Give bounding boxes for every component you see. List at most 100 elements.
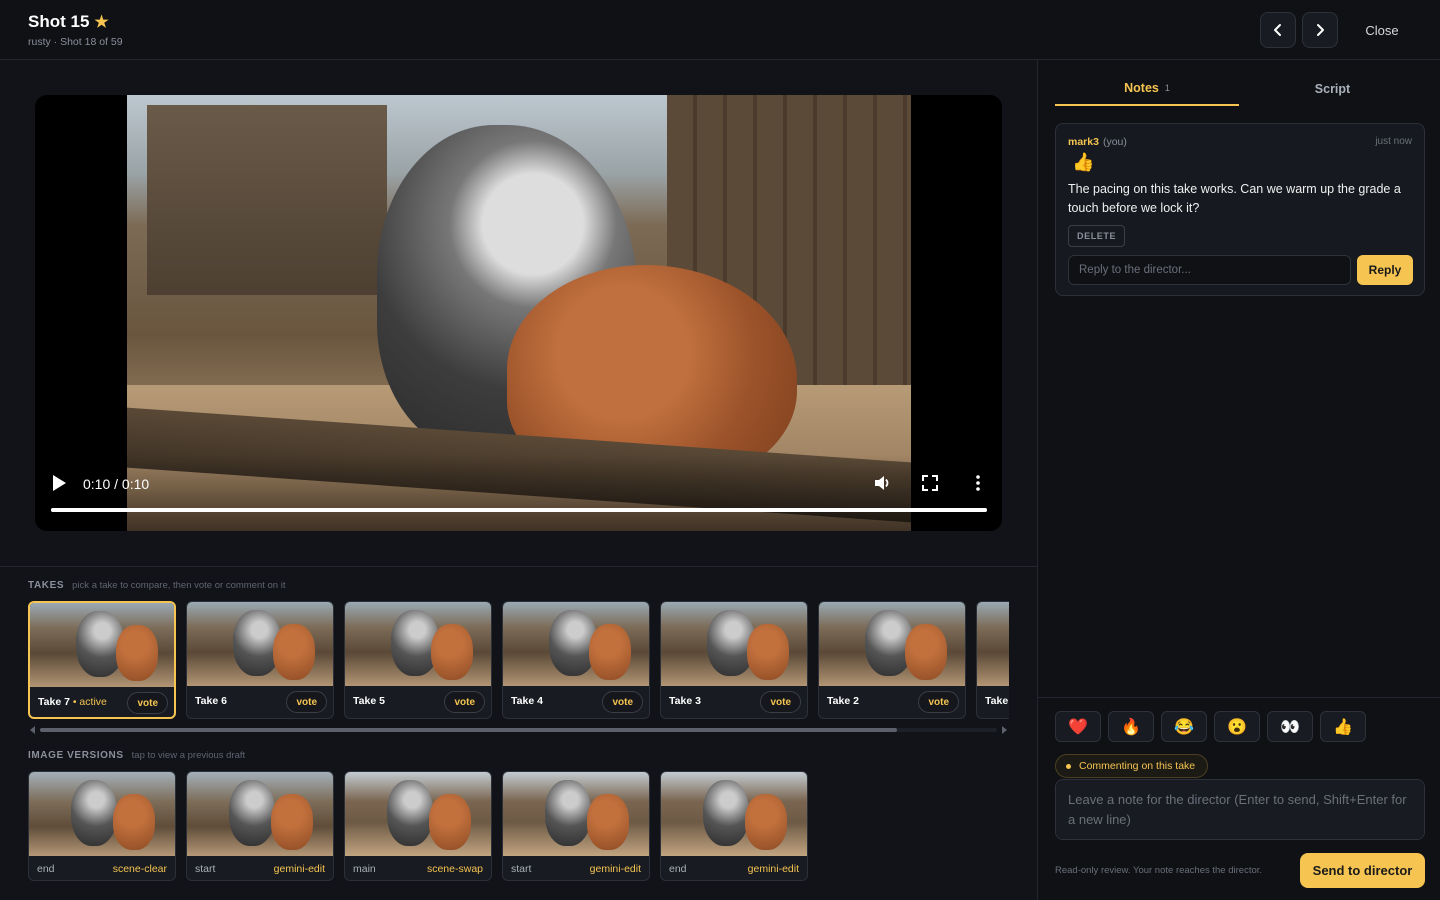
app: Shot 15 ★ rusty · Shot 18 of 59 Close 0:	[0, 0, 1440, 900]
version-role: end	[37, 863, 55, 875]
video-progress-fill	[51, 508, 987, 512]
version-source: scene-swap	[426, 863, 483, 875]
take-label: Take 4	[511, 695, 543, 707]
take-card[interactable]: Take 6 vote	[186, 601, 334, 719]
reaction-heart-button[interactable]: ❤️	[1055, 711, 1101, 742]
takes-section-label: TAKES pick a take to compare, then vote o…	[28, 580, 285, 591]
volume-icon[interactable]	[872, 473, 892, 493]
version-thumbnail	[345, 772, 491, 856]
chevron-right-icon	[1317, 24, 1324, 36]
notes-count-badge: 1	[1164, 83, 1170, 93]
video-progress-bar[interactable]	[51, 508, 987, 512]
take-label: Take 6	[195, 695, 227, 707]
take-card[interactable]: Take 3 vote	[660, 601, 808, 719]
vote-button[interactable]: vote	[918, 691, 959, 713]
vote-button[interactable]: vote	[444, 691, 485, 713]
play-icon[interactable]	[51, 474, 67, 492]
thumbs-up-icon: 👍	[1333, 718, 1353, 736]
commenting-label: Commenting on this take	[1079, 760, 1196, 772]
version-thumbnail	[187, 772, 333, 856]
star-icon[interactable]: ★	[94, 12, 108, 32]
vote-button[interactable]: vote	[127, 692, 168, 714]
next-shot-button[interactable]	[1302, 12, 1338, 48]
commenting-status-pill: Commenting on this take	[1055, 754, 1209, 778]
image-version-card[interactable]: main scene-swap	[344, 771, 492, 881]
readonly-notice: Read-only review. Your note reaches the …	[1055, 865, 1263, 876]
take-thumbnail	[977, 602, 1009, 686]
tab-notes[interactable]: Notes 1	[1055, 72, 1239, 106]
divider	[1038, 697, 1440, 698]
take-thumbnail	[661, 602, 807, 686]
scrollbar-thumb[interactable]	[40, 728, 897, 732]
vote-button[interactable]: vote	[760, 691, 801, 713]
take-card[interactable]: Take 7 • active vote	[28, 601, 176, 719]
main-pane: 0:10 / 0:10 TAKES pick a take to compare,…	[0, 60, 1037, 900]
header: Shot 15 ★ rusty · Shot 18 of 59 Close	[0, 0, 1440, 60]
note-author-you: (you)	[1102, 136, 1127, 148]
image-version-card[interactable]: start gemini-edit	[186, 771, 334, 881]
image-version-card[interactable]: end gemini-edit	[660, 771, 808, 881]
image-version-card[interactable]: start gemini-edit	[502, 771, 650, 881]
fire-icon: 🔥	[1121, 718, 1141, 736]
take-label: Take 2	[827, 695, 859, 707]
reaction-bar: ❤️ 🔥 😂 😮 👀 👍	[1055, 711, 1366, 742]
version-source: gemini-edit	[273, 863, 325, 875]
takes-hint: pick a take to compare, then vote or com…	[72, 580, 286, 591]
version-role: start	[511, 863, 532, 875]
heart-icon: ❤️	[1068, 718, 1088, 736]
scroll-left-icon[interactable]	[30, 726, 35, 734]
take-card[interactable]: Take 2 vote	[818, 601, 966, 719]
take-card[interactable]: Take 5 vote	[344, 601, 492, 719]
image-version-card[interactable]: end scene-clear	[28, 771, 176, 881]
take-name: Take 1	[985, 695, 1009, 707]
surprised-icon: 😮	[1227, 718, 1247, 736]
version-thumbnail	[29, 772, 175, 856]
previous-shot-button[interactable]	[1260, 12, 1296, 48]
note-card: mark3 (you) just now 👍 The pacing on this…	[1055, 123, 1425, 296]
version-source: gemini-edit	[747, 863, 799, 875]
fullscreen-icon[interactable]	[920, 473, 940, 493]
reaction-laughing-button[interactable]: 😂	[1161, 711, 1207, 742]
take-name: Take 7	[38, 696, 70, 708]
version-thumbnail	[503, 772, 649, 856]
shot-subtitle: rusty · Shot 18 of 59	[28, 36, 123, 48]
note-author: mark3 (you)	[1068, 136, 1127, 148]
reaction-thumbs-up-button[interactable]: 👍	[1320, 711, 1366, 742]
delete-note-button[interactable]: DELETE	[1068, 225, 1126, 247]
scroll-right-icon[interactable]	[1002, 726, 1007, 734]
take-card[interactable]: Take 4 vote	[502, 601, 650, 719]
takes-title: TAKES	[28, 580, 65, 591]
take-thumbnail	[30, 603, 174, 687]
director-note-input[interactable]	[1055, 779, 1425, 840]
take-name: Take 3	[669, 695, 701, 707]
chevron-left-icon	[1274, 24, 1281, 36]
reply-button[interactable]: Reply	[1357, 255, 1413, 285]
take-name: Take 5	[353, 695, 385, 707]
take-name: Take 2	[827, 695, 859, 707]
vote-button[interactable]: vote	[602, 691, 643, 713]
version-source: gemini-edit	[589, 863, 641, 875]
shot-title: Shot 15	[28, 12, 90, 31]
take-label: Take 3	[669, 695, 701, 707]
vote-button[interactable]: vote	[286, 691, 327, 713]
more-options-icon[interactable]	[968, 473, 988, 493]
takes-scrollbar[interactable]	[28, 726, 1009, 734]
reply-input[interactable]	[1068, 255, 1351, 285]
version-role: start	[195, 863, 216, 875]
send-to-director-button[interactable]: Send to director	[1300, 853, 1425, 888]
close-button[interactable]: Close	[1352, 14, 1412, 46]
take-thumbnail	[819, 602, 965, 686]
take-card[interactable]: Take 1vote	[976, 601, 1009, 719]
tab-script-label: Script	[1314, 82, 1351, 96]
takes-row: Take 7 • active vote Take 6 vote Take 5 vote T…	[28, 601, 1009, 719]
take-active-tag: • active	[69, 696, 107, 708]
tab-script[interactable]: Script	[1240, 72, 1425, 106]
versions-row: end scene-clear start gemini-edit main scene-…	[28, 771, 1009, 881]
reaction-eyes-button[interactable]: 👀	[1267, 711, 1313, 742]
video-time: 0:10 / 0:10	[83, 476, 150, 492]
reaction-fire-button[interactable]: 🔥	[1108, 711, 1154, 742]
reaction-surprised-button[interactable]: 😮	[1214, 711, 1260, 742]
versions-section-label: IMAGE VERSIONS tap to view a previous dra…	[28, 750, 245, 761]
version-role: end	[669, 863, 687, 875]
video-player[interactable]: 0:10 / 0:10	[35, 95, 1002, 531]
